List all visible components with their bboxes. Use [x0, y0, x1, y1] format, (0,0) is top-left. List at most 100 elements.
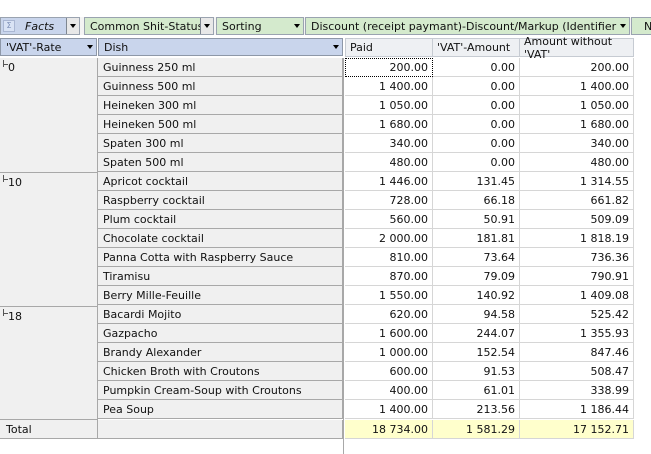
paid-cell[interactable]: 200.00	[345, 58, 433, 77]
paid-cell[interactable]: 1 050.00	[345, 96, 433, 115]
dish-cell[interactable]: Guinness 500 ml	[98, 77, 343, 96]
vat-amount-cell[interactable]: 0.00	[433, 134, 520, 153]
net-amount-cell[interactable]: 1 314.55	[520, 172, 634, 191]
paid-cell[interactable]: 1 550.00	[345, 286, 433, 305]
vat-group-0[interactable]: 0	[0, 58, 98, 173]
dish-cell[interactable]: Raspberry cocktail	[98, 191, 343, 210]
column-header-paid[interactable]: Paid	[345, 38, 433, 57]
chevron-down-icon[interactable]	[84, 39, 96, 55]
dish-cell[interactable]: Gazpacho	[98, 324, 343, 343]
total-vat-amount-cell[interactable]: 1 581.29	[433, 420, 520, 439]
filter-sorting[interactable]: Sorting	[216, 17, 304, 35]
net-amount-cell[interactable]: 1 186.44	[520, 400, 634, 419]
paid-cell[interactable]: 400.00	[345, 381, 433, 400]
paid-cell[interactable]: 600.00	[345, 362, 433, 381]
net-amount-cell[interactable]: 525.42	[520, 305, 634, 324]
paid-cell[interactable]: 728.00	[345, 191, 433, 210]
filter-nor[interactable]: Nor	[631, 17, 651, 35]
net-amount-cell[interactable]: 1 409.08	[520, 286, 634, 305]
paid-cell[interactable]: 870.00	[345, 267, 433, 286]
net-amount-cell[interactable]: 1 050.00	[520, 96, 634, 115]
vat-amount-cell[interactable]: 61.01	[433, 381, 520, 400]
paid-cell[interactable]: 340.00	[345, 134, 433, 153]
dish-cell[interactable]: Apricot cocktail	[98, 172, 343, 191]
filter-discount[interactable]: Discount (receipt paymant)-Discount/Mark…	[305, 17, 630, 35]
paid-cell[interactable]: 480.00	[345, 153, 433, 172]
net-amount-cell[interactable]: 736.36	[520, 248, 634, 267]
paid-cell[interactable]: 1 000.00	[345, 343, 433, 362]
dish-cell[interactable]: Tiramisu	[98, 267, 343, 286]
paid-cell[interactable]: 560.00	[345, 210, 433, 229]
chevron-down-icon[interactable]	[291, 18, 303, 34]
total-paid-cell[interactable]: 18 734.00	[345, 420, 433, 439]
row-header-dish[interactable]: Dish	[98, 38, 343, 56]
vat-amount-cell[interactable]: 50.91	[433, 210, 520, 229]
vat-amount-cell[interactable]: 79.09	[433, 267, 520, 286]
vat-amount-cell[interactable]: 66.18	[433, 191, 520, 210]
net-amount-cell[interactable]: 661.82	[520, 191, 634, 210]
net-amount-cell[interactable]: 1 818.19	[520, 229, 634, 248]
paid-cell[interactable]: 620.00	[345, 305, 433, 324]
paid-cell[interactable]: 2 000.00	[345, 229, 433, 248]
vat-amount-cell[interactable]: 213.56	[433, 400, 520, 419]
facts-filter[interactable]: Σ Facts	[0, 17, 80, 35]
column-header-amount-without-vat[interactable]: Amount without 'VAT'	[520, 35, 634, 61]
vat-group-10[interactable]: 10	[0, 173, 98, 307]
net-amount-cell[interactable]: 340.00	[520, 134, 634, 153]
vat-amount-cell[interactable]: 0.00	[433, 96, 520, 115]
vat-amount-cell[interactable]: 0.00	[433, 153, 520, 172]
vat-amount-cell[interactable]: 152.54	[433, 343, 520, 362]
vat-amount-cell[interactable]: 140.92	[433, 286, 520, 305]
row-header-label: 'VAT'-Rate	[6, 40, 62, 54]
net-amount-cell[interactable]: 1 400.00	[520, 77, 634, 96]
net-amount-cell[interactable]: 508.47	[520, 362, 634, 381]
chevron-down-icon[interactable]	[617, 18, 629, 34]
net-amount-cell[interactable]: 1 680.00	[520, 115, 634, 134]
dish-cell[interactable]: Chicken Broth with Croutons	[98, 362, 343, 381]
dish-cell[interactable]: Panna Cotta with Raspberry Sauce	[98, 248, 343, 267]
paid-cell[interactable]: 1 400.00	[345, 77, 433, 96]
vat-amount-cell[interactable]: 0.00	[433, 58, 520, 77]
paid-cell[interactable]: 1 680.00	[345, 115, 433, 134]
paid-cell[interactable]: 1 446.00	[345, 172, 433, 191]
chevron-down-icon[interactable]	[66, 18, 79, 34]
chevron-down-icon[interactable]	[330, 39, 342, 55]
dish-cell[interactable]: Spaten 500 ml	[98, 153, 343, 172]
vat-amount-cell[interactable]: 0.00	[433, 115, 520, 134]
net-amount-cell[interactable]: 1 355.93	[520, 324, 634, 343]
net-amount-cell[interactable]: 847.46	[520, 343, 634, 362]
dish-cell[interactable]: Pea Soup	[98, 400, 343, 419]
column-header-vat-amount[interactable]: 'VAT'-Amount	[433, 38, 520, 57]
total-net-amount-cell[interactable]: 17 152.71	[520, 420, 634, 439]
vat-amount-cell[interactable]: 131.45	[433, 172, 520, 191]
filter-common-shit-status[interactable]: Common Shit-Status	[84, 17, 214, 35]
total-label[interactable]: Total	[0, 420, 98, 439]
paid-cell[interactable]: 1 400.00	[345, 400, 433, 419]
paid-cell[interactable]: 1 600.00	[345, 324, 433, 343]
dish-cell[interactable]: Brandy Alexander	[98, 343, 343, 362]
vat-amount-cell[interactable]: 73.64	[433, 248, 520, 267]
dish-cell[interactable]: Chocolate cocktail	[98, 229, 343, 248]
dish-cell[interactable]: Plum cocktail	[98, 210, 343, 229]
dish-cell[interactable]: Spaten 300 ml	[98, 134, 343, 153]
net-amount-cell[interactable]: 338.99	[520, 381, 634, 400]
vat-amount-cell[interactable]: 181.81	[433, 229, 520, 248]
vat-group-18[interactable]: 18	[0, 307, 98, 420]
net-amount-cell[interactable]: 200.00	[520, 58, 634, 77]
vat-amount-cell[interactable]: 94.58	[433, 305, 520, 324]
dish-cell[interactable]: Heineken 300 ml	[98, 96, 343, 115]
vat-amount-cell[interactable]: 91.53	[433, 362, 520, 381]
vat-amount-cell[interactable]: 0.00	[433, 77, 520, 96]
net-amount-cell[interactable]: 790.91	[520, 267, 634, 286]
vat-amount-cell[interactable]: 244.07	[433, 324, 520, 343]
net-amount-cell[interactable]: 509.09	[520, 210, 634, 229]
dish-cell[interactable]: Berry Mille-Feuille	[98, 286, 343, 305]
row-header-vat-rate[interactable]: 'VAT'-Rate	[0, 38, 97, 56]
dish-cell[interactable]: Pumpkin Cream-Soup with Croutons	[98, 381, 343, 400]
net-amount-cell[interactable]: 480.00	[520, 153, 634, 172]
dish-cell[interactable]: Bacardi Mojito	[98, 305, 343, 324]
chevron-down-icon[interactable]	[200, 18, 213, 34]
dish-cell[interactable]: Guinness 250 ml	[98, 58, 343, 77]
paid-cell[interactable]: 810.00	[345, 248, 433, 267]
dish-cell[interactable]: Heineken 500 ml	[98, 115, 343, 134]
